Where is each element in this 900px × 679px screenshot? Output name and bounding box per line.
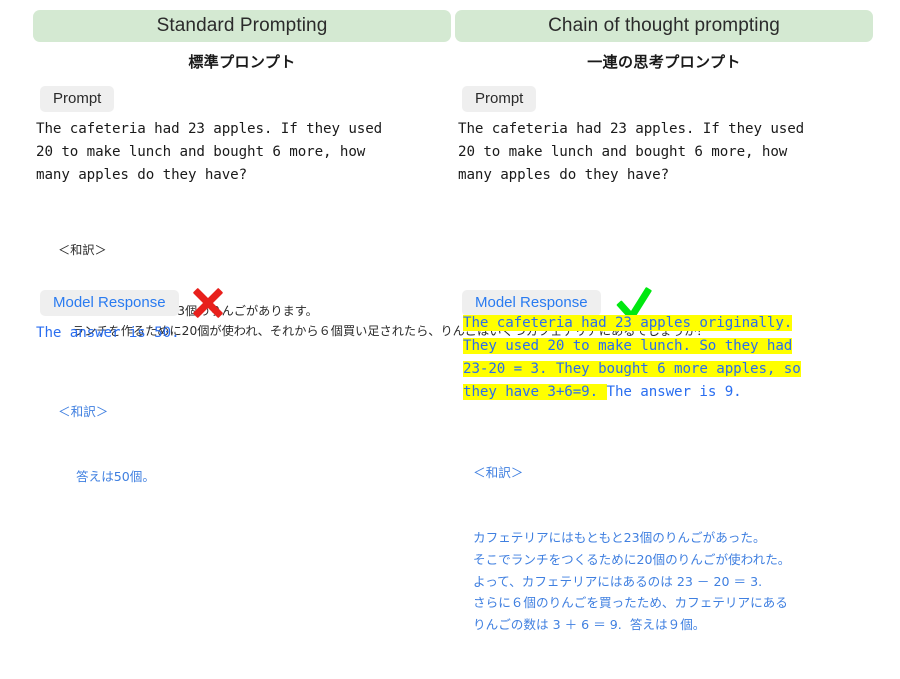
highlighted-run: The cafeteria had 23 apples originally. <box>463 315 793 331</box>
left-response-translation-tag: ＜和訳＞ <box>58 404 109 420</box>
highlighted-run: They used 20 to make lunch. So they had <box>463 338 793 354</box>
right-response-text: The cafeteria had 23 apples originally. … <box>463 312 801 404</box>
right-response-translation-tag: ＜和訳＞ <box>473 465 524 481</box>
right-prompt-label: Prompt <box>462 86 537 113</box>
left-prompt-label: Prompt <box>40 86 115 113</box>
left-prompt-translation-tag: ＜和訳＞ <box>58 243 107 258</box>
cross-mark-icon <box>191 286 225 320</box>
chain-of-thought-header: Chain of thought prompting <box>455 10 873 42</box>
plain-run: The answer is 9. <box>606 384 742 400</box>
right-prompt-text: The cafeteria had 23 apples. If they use… <box>458 121 805 183</box>
slide-canvas: Standard Prompting 標準プロンプト Prompt The ca… <box>0 0 900 632</box>
left-response-translation-body: 答えは50個。 <box>76 469 155 485</box>
standard-prompting-column: Standard Prompting 標準プロンプト Prompt The ca… <box>33 0 709 484</box>
chain-of-thought-header-subtitle: 一連の思考プロンプト <box>587 54 741 71</box>
left-response-text: The answer is 50. <box>36 325 180 341</box>
left-response-translation: ＜和訳＞ 答えは50個。 <box>58 358 155 531</box>
left-prompt-text: The cafeteria had 23 apples. If they use… <box>36 121 383 183</box>
left-model-response-label: Model Response <box>40 289 179 317</box>
right-response-translation: ＜和訳＞ カフェテリアにはもともと23個のりんごがあった。 そこでランチをつくる… <box>473 419 790 679</box>
highlighted-run: 23-20 = 3. They bought 6 more apples, so <box>463 361 801 377</box>
chain-of-thought-column: Chain of thought prompting 一連の思考プロンプト Pr… <box>455 0 873 632</box>
left-response-chip-row: Model Response <box>40 286 225 320</box>
left-prompt-chip-row: Prompt <box>40 86 115 113</box>
standard-prompting-header-subtitle: 標準プロンプト <box>188 54 296 71</box>
highlighted-run: they have 3+6=9. <box>463 384 607 400</box>
right-prompt-chip-row: Prompt <box>462 86 537 113</box>
standard-prompting-header: Standard Prompting <box>33 10 451 42</box>
right-response-translation-body: カフェテリアにはもともと23個のりんごがあった。 そこでランチをつくるために20… <box>473 530 791 632</box>
